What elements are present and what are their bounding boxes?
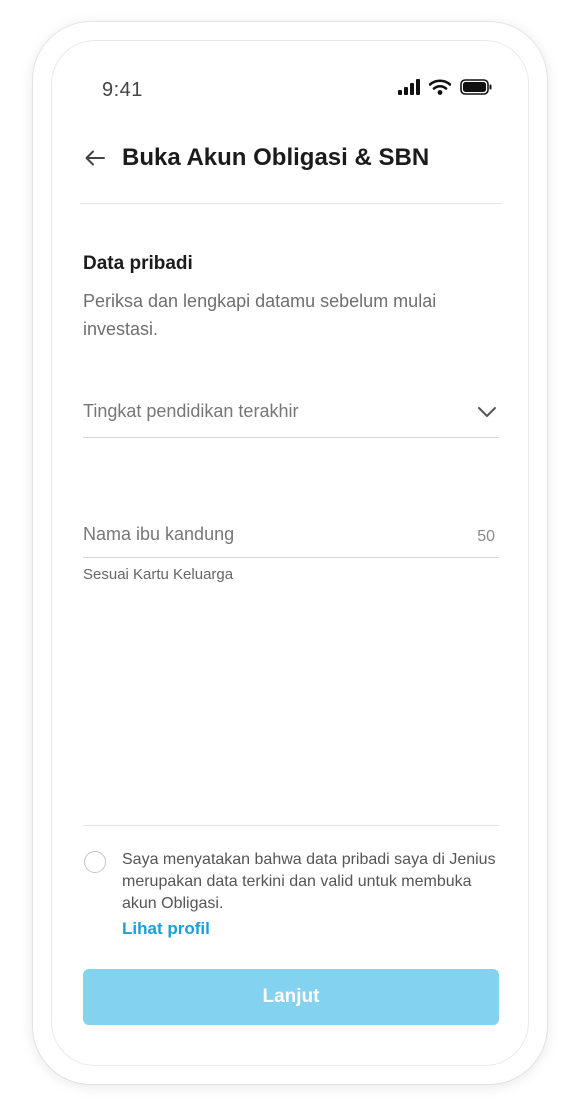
section-description: Periksa dan lengkapi datamu sebelum mula… [83,291,437,339]
education-select[interactable]: Tingkat pendidikan terakhir [83,391,499,438]
continue-button[interactable]: Lanjut [83,969,499,1025]
page-title: Buka Akun Obligasi & SBN [122,144,430,171]
chevron-down-icon [477,405,497,423]
education-placeholder: Tingkat pendidikan terakhir [83,401,299,421]
consent-text: Saya menyatakan bahwa data pribadi saya … [122,851,496,912]
battery-icon [460,79,492,100]
status-time: 9:41 [102,79,143,101]
mother-name-field: 50 [83,513,499,558]
status-icons [398,79,492,100]
signal-icon [398,79,420,100]
view-profile-link[interactable]: Lihat profil [122,919,210,939]
header-divider [80,203,502,204]
char-counter: 50 [477,528,495,545]
mother-name-input[interactable] [83,519,443,549]
screen: 9:41 Buka Akun Obligasi & SBN Data priba… [51,40,529,1066]
consent-checkbox[interactable] [84,851,106,873]
wifi-icon [428,79,452,100]
footer-divider [83,825,499,826]
back-arrow-icon[interactable] [82,145,108,171]
section-title: Data pribadi [83,253,193,274]
mother-name-helper: Sesuai Kartu Keluarga [83,566,234,583]
